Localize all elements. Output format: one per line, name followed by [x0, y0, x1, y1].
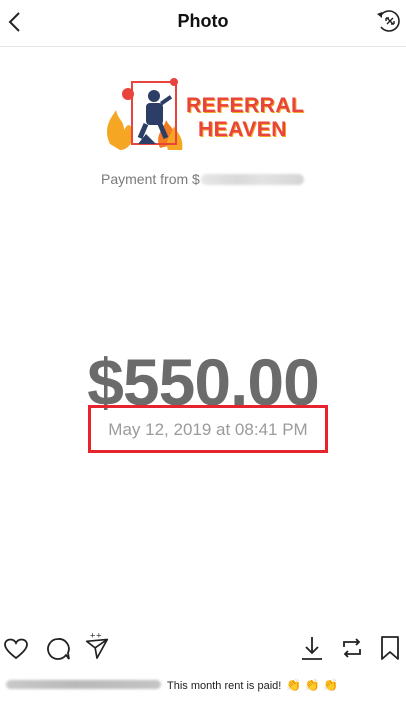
- logo-line1: REFERRAL: [186, 94, 305, 117]
- highlight-box: May 12, 2019 at 08:41 PM: [88, 405, 328, 453]
- top-bar: Photo: [0, 0, 406, 47]
- share-icon[interactable]: ++: [83, 631, 111, 660]
- repost-icon[interactable]: [338, 634, 366, 662]
- payment-date: May 12, 2019 at 08:41 PM: [108, 420, 308, 439]
- action-bar: ++: [0, 630, 406, 670]
- referral-heaven-logo: REFERRAL HEAVEN: [102, 72, 305, 164]
- comment-icon[interactable]: [44, 635, 72, 663]
- download-icon[interactable]: [298, 634, 326, 662]
- clap-emojis: 👏 👏 👏: [286, 678, 338, 692]
- bookmark-icon[interactable]: [376, 634, 404, 662]
- logo-line2: HEAVEN: [198, 118, 287, 141]
- caption: This month rent is paid! 👏 👏 👏: [6, 678, 406, 692]
- heart-icon[interactable]: [2, 635, 30, 663]
- blurred-sender-name: [200, 174, 304, 185]
- payment-from-label: Payment from $: [101, 171, 304, 187]
- rotate-expand-icon[interactable]: [372, 5, 404, 37]
- payment-label-text: Payment from $: [101, 171, 200, 187]
- caption-text: This month rent is paid!: [167, 680, 282, 692]
- page-title: Photo: [177, 11, 229, 31]
- svg-text:++: ++: [90, 632, 103, 640]
- blurred-username[interactable]: [6, 680, 161, 689]
